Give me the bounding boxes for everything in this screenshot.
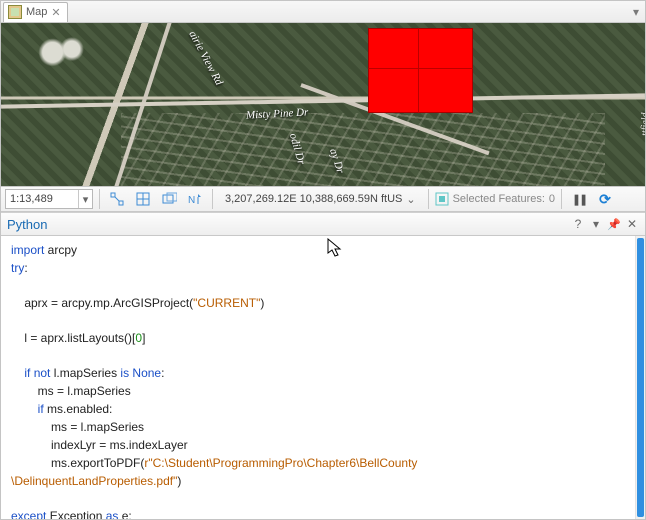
separator — [561, 189, 562, 209]
coordinate-system-button[interactable]: N — [184, 189, 206, 209]
chevron-down-icon[interactable]: ▾ — [78, 190, 92, 208]
close-icon[interactable]: ✕ — [51, 6, 60, 19]
refresh-button[interactable]: ⟳ — [594, 189, 616, 209]
scrollbar-thumb[interactable] — [637, 238, 644, 517]
separator — [212, 189, 213, 209]
selection-icon — [435, 192, 449, 206]
python-pane-header: Python ? ▾ 📌 ✕ — [1, 212, 645, 236]
pause-icon: ❚❚ — [572, 193, 586, 206]
selected-features-button[interactable]: Selected Features: 0 — [435, 192, 555, 206]
selected-features-label: Selected Features: — [453, 193, 545, 205]
options-menu-button[interactable]: ▾ — [589, 217, 603, 231]
view-status-bar: ▾ N 3,207,269.12E 10,388,669.59N ftUS ⌄ … — [1, 186, 645, 212]
snapping-icon — [109, 191, 125, 207]
vertical-scrollbar[interactable] — [635, 236, 645, 519]
constraints-icon — [161, 191, 177, 207]
pin-icon[interactable]: 📌 — [607, 218, 621, 231]
map-scale-combo[interactable]: ▾ — [5, 189, 93, 209]
view-tab-bar: Map ✕ ▾ — [1, 1, 645, 23]
coordinates-menu-button[interactable]: ⌄ — [406, 193, 415, 206]
map-scale-input[interactable] — [6, 190, 78, 208]
grid-toggle-button[interactable] — [132, 189, 154, 209]
constraints-button[interactable] — [158, 189, 180, 209]
residential-texture — [121, 113, 605, 186]
selected-parcel — [368, 28, 473, 113]
coordinates-readout: 3,207,269.12E 10,388,669.59N ftUS — [225, 193, 402, 205]
snapping-toggle-button[interactable] — [106, 189, 128, 209]
road-label: ttfield — [640, 113, 646, 136]
tab-overflow-button[interactable]: ▾ — [629, 5, 643, 19]
help-button[interactable]: ? — [571, 217, 585, 231]
selected-features-count: 0 — [549, 193, 555, 205]
tab-map[interactable]: Map ✕ — [3, 2, 68, 22]
pause-drawing-button[interactable]: ❚❚ — [568, 189, 590, 209]
python-code-editor[interactable]: import arcpy try: aprx = arcpy.mp.ArcGIS… — [1, 236, 635, 519]
map-icon — [8, 5, 22, 19]
refresh-icon: ⟳ — [599, 191, 611, 208]
python-pane-body: import arcpy try: aprx = arcpy.mp.ArcGIS… — [1, 236, 645, 519]
grid-icon — [135, 191, 151, 207]
map-view[interactable]: airie View Rd Misty Pine Dr odil Dr ay D… — [1, 23, 645, 186]
separator — [428, 189, 429, 209]
pane-title: Python — [7, 217, 47, 232]
axes-icon: N — [187, 191, 203, 207]
tab-label: Map — [26, 6, 47, 18]
close-icon[interactable]: ✕ — [625, 217, 639, 231]
svg-text:N: N — [188, 195, 195, 206]
separator — [99, 189, 100, 209]
